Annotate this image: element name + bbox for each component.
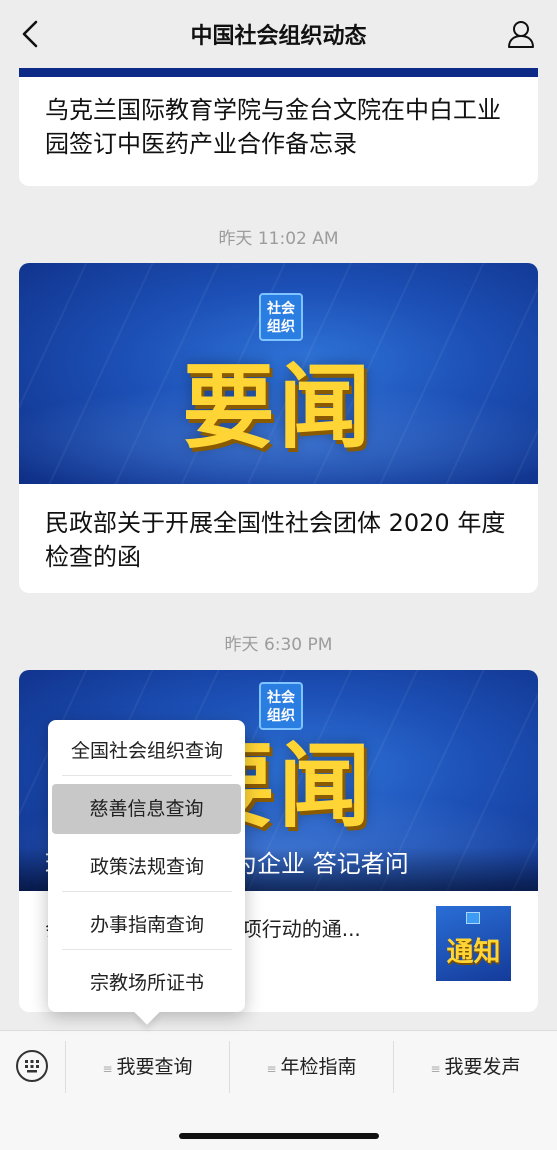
article-card[interactable]: 社会组织 要闻 民政部关于开展全国性社会团体 2020 年度检查的函 <box>19 263 538 593</box>
keyboard-toggle-icon[interactable] <box>15 1049 49 1083</box>
submenu-item-guide-query[interactable]: 办事指南查询 <box>62 900 232 950</box>
timestamp: 昨天 11:02 AM <box>218 229 339 249</box>
navigation-bar: 中国社会组织动态 <box>0 0 557 68</box>
submenu-item-national-org-query[interactable]: 全国社会组织查询 <box>62 726 232 776</box>
menu-list-icon: ≡ <box>102 1062 113 1076</box>
menu-list-icon: ≡ <box>266 1062 277 1076</box>
query-submenu: 全国社会组织查询 慈善信息查询 政策法规查询 办事指南查询 宗教场所证书 <box>48 720 245 1012</box>
article-card[interactable]: 乌克兰国际教育学院与金台文院在中白工业园签订中医药产业合作备忘录 <box>19 50 538 186</box>
page-title: 中国社会组织动态 <box>190 24 367 49</box>
thumbnail-title: 通知 <box>446 937 501 968</box>
user-profile-icon[interactable] <box>505 18 537 50</box>
article-cover-image: 社会组织 要闻 <box>19 263 538 484</box>
article-title: 乌克兰国际教育学院与金台文院在中白工业园签订中医药产业合作备忘录 <box>45 96 501 158</box>
menu-button-label: 年检指南 <box>280 1056 357 1078</box>
sub-article-thumbnail: 通知 <box>436 906 511 981</box>
menu-list-icon: ≡ <box>430 1062 441 1076</box>
menu-button-label: 我要查询 <box>116 1056 193 1078</box>
menu-button-feedback[interactable]: ≡ 我要发声 <box>394 1041 557 1093</box>
article-title: 民政部关于开展全国性社会团体 2020 年度检查的函 <box>45 509 506 571</box>
menu-button-annual-inspection[interactable]: ≡ 年检指南 <box>230 1041 393 1093</box>
home-indicator[interactable] <box>179 1133 379 1139</box>
menu-button-query[interactable]: ≡ 我要查询 <box>66 1041 229 1093</box>
menu-button-label: 我要发声 <box>444 1056 521 1078</box>
bottom-menu-bar: ≡ 我要查询 ≡ 年检指南 ≡ 我要发声 <box>0 1030 557 1150</box>
cover-headline: 要闻 <box>182 354 375 461</box>
timestamp: 昨天 6:30 PM <box>224 635 333 655</box>
submenu-item-religious-certificate[interactable]: 宗教场所证书 <box>62 958 232 1008</box>
submenu-item-policy-query[interactable]: 政策法规查询 <box>62 842 232 892</box>
organization-logo-badge <box>466 912 480 924</box>
submenu-item-charity-query[interactable]: 慈善信息查询 <box>52 784 241 834</box>
